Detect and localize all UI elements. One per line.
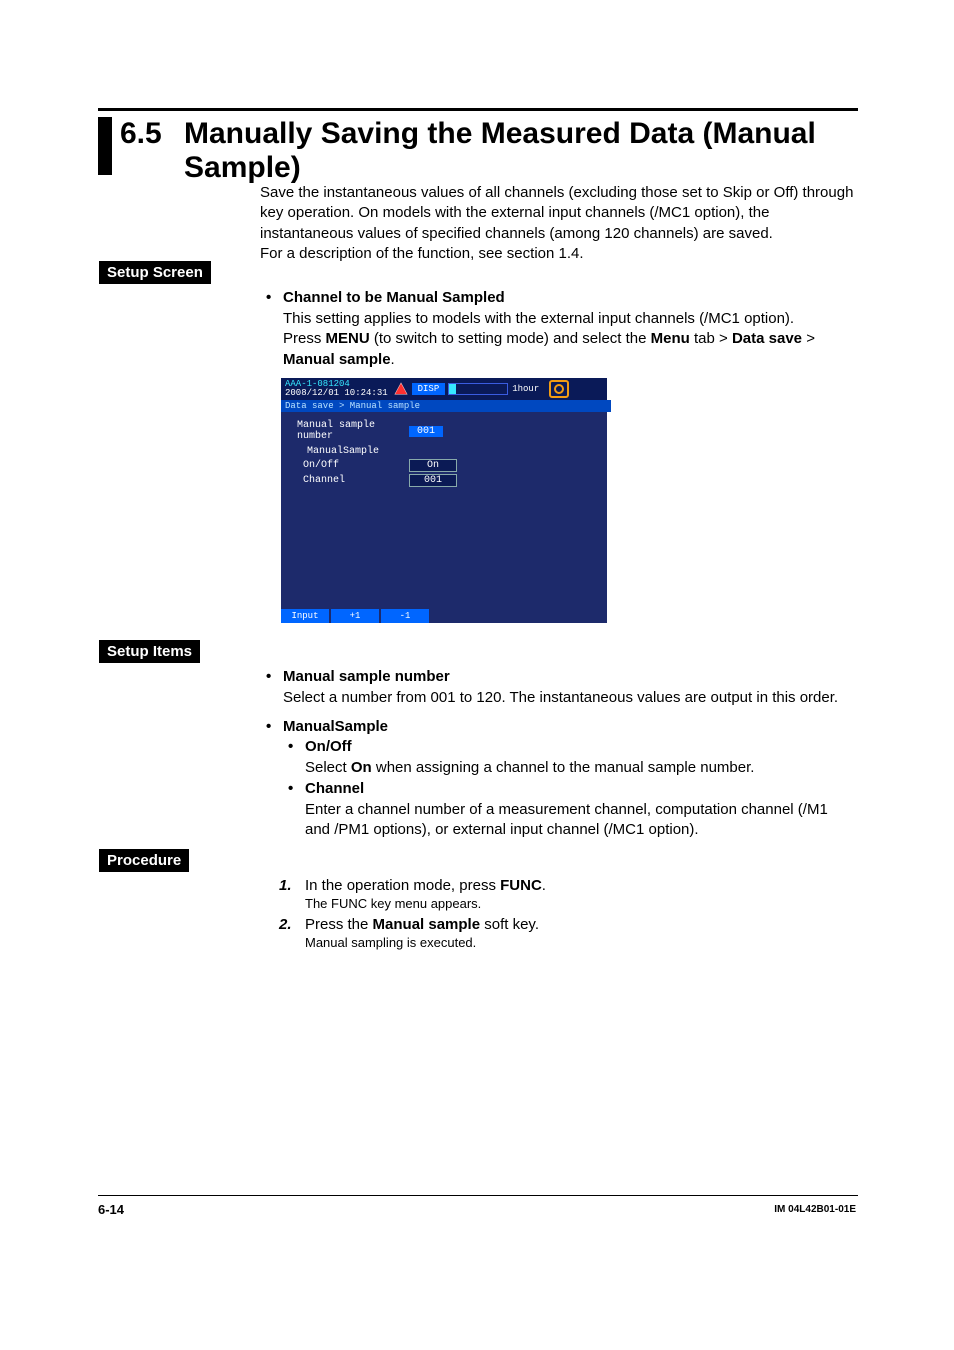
step-2-main: Press the Manual sample soft key. xyxy=(305,916,539,933)
t: tab > xyxy=(690,330,732,347)
intro-paragraph: Save the instantaneous values of all cha… xyxy=(260,183,855,264)
device-screenshot: AAA-1-081204 2008/12/01 10:24:31 DISP 1h… xyxy=(281,378,607,623)
data-save: Data save xyxy=(732,330,802,347)
progress-bar xyxy=(448,383,508,395)
label-setup-screen: Setup Screen xyxy=(99,261,211,284)
one-hour-label: 1hour xyxy=(512,384,539,394)
manualsample-group-title: ManualSample xyxy=(307,446,379,457)
setup-screen-body: This setting applies to models with the … xyxy=(283,309,843,370)
manual-sample-number-label: Manual sample number xyxy=(297,420,409,442)
disp-button[interactable]: DISP xyxy=(412,383,446,395)
label-procedure: Procedure xyxy=(99,849,189,872)
footer-page-number: 6-14 xyxy=(98,1202,124,1217)
t: soft key. xyxy=(480,916,539,933)
step-2-sub: Manual sampling is executed. xyxy=(305,935,476,950)
menu-key: MENU xyxy=(326,330,370,347)
step-1-sub: The FUNC key menu appears. xyxy=(305,896,481,911)
section-bar xyxy=(98,117,112,175)
body-channel: Enter a channel number of a measurement … xyxy=(305,800,850,841)
step-1-main: In the operation mode, press FUNC. xyxy=(305,877,546,894)
channel-label: Channel xyxy=(303,475,409,486)
softkey-input[interactable]: Input xyxy=(281,609,329,623)
progress-fill xyxy=(449,384,456,394)
heading-channel: Channel xyxy=(305,780,364,797)
device-softkeys: Input +1 -1 xyxy=(281,609,607,623)
device-id-line2: 2008/12/01 10:24:31 xyxy=(285,389,388,398)
on-bold: On xyxy=(351,759,372,776)
menu-tab: Menu xyxy=(651,330,690,347)
label-setup-items: Setup Items xyxy=(99,640,200,663)
footer-doc-id: IM 04L42B01-01E xyxy=(774,1204,856,1215)
step-2-number: 2. xyxy=(279,916,292,933)
t: . xyxy=(391,351,395,368)
page: 6.5 Manually Saving the Measured Data (M… xyxy=(0,0,954,1350)
footer-rule xyxy=(98,1195,858,1196)
onoff-label: On/Off xyxy=(303,460,409,471)
device-id: AAA-1-081204 2008/12/01 10:24:31 xyxy=(285,380,388,398)
device-breadcrumb: Data save > Manual sample xyxy=(281,400,611,412)
top-rule xyxy=(98,108,858,111)
t: Press the xyxy=(305,916,373,933)
softkey-minus1[interactable]: -1 xyxy=(381,609,429,623)
func-key: FUNC xyxy=(500,877,542,894)
heading-channel-to-be-sampled: Channel to be Manual Sampled xyxy=(283,289,505,306)
t: Press xyxy=(283,330,326,347)
section-title: Manually Saving the Measured Data (Manua… xyxy=(184,117,864,184)
manual-sample: Manual sample xyxy=(283,351,391,368)
t: (to switch to setting mode) and select t… xyxy=(370,330,651,347)
alarm-icon xyxy=(394,382,408,396)
section-number: 6.5 xyxy=(120,117,162,151)
t: Select xyxy=(305,759,351,776)
softkey-plus1[interactable]: +1 xyxy=(331,609,379,623)
heading-manualsample: ManualSample xyxy=(283,718,388,735)
channel-value[interactable]: 001 xyxy=(409,474,457,487)
heading-onoff: On/Off xyxy=(305,738,352,755)
body-onoff: Select On when assigning a channel to th… xyxy=(305,758,845,778)
t: > xyxy=(802,330,815,347)
t: when assigning a channel to the manual s… xyxy=(372,759,755,776)
device-topbar: AAA-1-081204 2008/12/01 10:24:31 DISP 1h… xyxy=(281,378,607,400)
heading-manual-sample-number: Manual sample number xyxy=(283,668,450,685)
device-body: Manual sample number 001 ManualSample On… xyxy=(281,412,607,609)
manual-sample-number-value[interactable]: 001 xyxy=(409,426,443,437)
onoff-value[interactable]: On xyxy=(409,459,457,472)
body-manual-sample-number: Select a number from 001 to 120. The ins… xyxy=(283,688,843,708)
step-1-number: 1. xyxy=(279,877,292,894)
setup-screen-line1: This setting applies to models with the … xyxy=(283,310,794,327)
manual-sample-softkey: Manual sample xyxy=(373,916,481,933)
t: . xyxy=(542,877,546,894)
t: In the operation mode, press xyxy=(305,877,500,894)
snapshot-icon[interactable] xyxy=(549,380,569,398)
